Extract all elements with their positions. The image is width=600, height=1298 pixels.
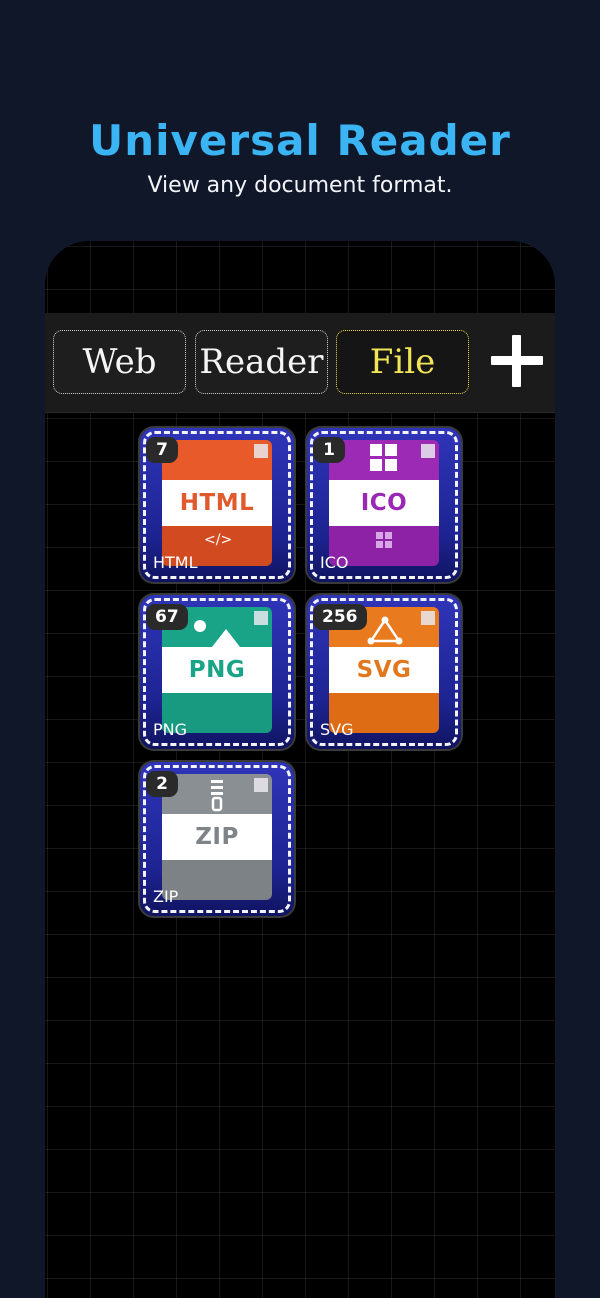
app-title: Universal Reader	[89, 116, 511, 165]
add-button[interactable]	[489, 333, 545, 389]
file-label: ZIP	[153, 887, 179, 906]
file-label: PNG	[153, 720, 188, 739]
file-label: HTML	[153, 553, 198, 572]
tab-toolbar: Web Reader File	[45, 313, 555, 413]
file-tile-svg[interactable]: SVG 256 SVG	[307, 595, 461, 749]
tab-reader[interactable]: Reader	[195, 330, 328, 394]
file-label: SVG	[320, 720, 354, 739]
file-tile-zip[interactable]: ZIP 2 ZIP	[140, 762, 294, 916]
file-count-badge: 67	[146, 604, 188, 630]
device-screen: Web Reader File HTML </> 7 HTML ICO 1 IC…	[45, 241, 555, 1298]
tab-file[interactable]: File	[336, 330, 469, 394]
file-count-badge: 2	[146, 771, 178, 797]
file-count-badge: 1	[313, 437, 345, 463]
tab-web[interactable]: Web	[53, 330, 186, 394]
file-label: ICO	[320, 553, 349, 572]
file-tile-html[interactable]: HTML </> 7 HTML	[140, 428, 294, 582]
file-tile-png[interactable]: PNG 67 PNG	[140, 595, 294, 749]
app-subtitle: View any document format.	[147, 173, 453, 198]
file-tile-ico[interactable]: ICO 1 ICO	[307, 428, 461, 582]
file-count-badge: 256	[313, 604, 367, 630]
file-count-badge: 7	[146, 437, 178, 463]
